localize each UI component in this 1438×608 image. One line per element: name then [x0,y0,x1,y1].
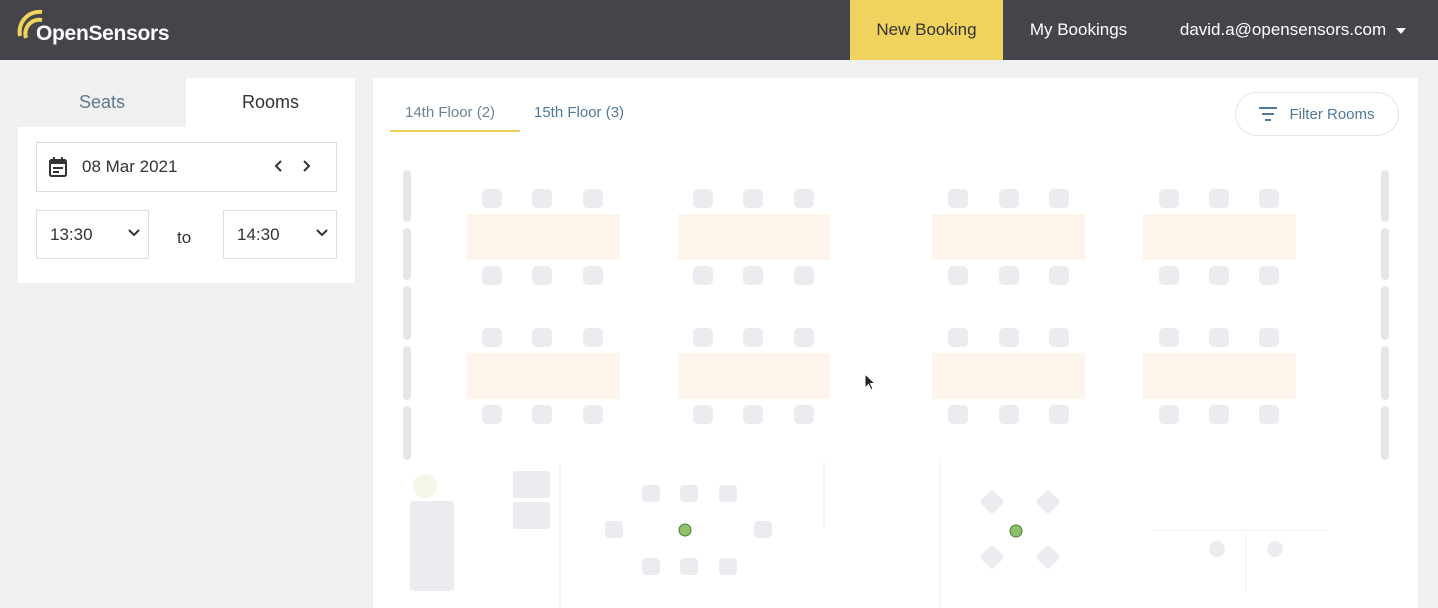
desk-chair [482,189,502,208]
active-tab-indicator [390,130,520,132]
desk-chair [693,405,713,424]
tab-seats[interactable]: Seats [18,78,186,127]
to-label: to [177,228,192,247]
desk-chair [948,189,968,208]
desk-chair [794,405,814,424]
desk-chair [794,189,814,208]
user-menu[interactable]: david.a@opensensors.com [1166,0,1420,60]
floor-plan-panel: 14th Floor (2) 15th Floor (3) Filter Roo… [373,78,1418,608]
desk-chair [532,189,552,208]
desk-chair [1159,266,1179,285]
desk-chair [948,405,968,424]
filter-rooms-button[interactable]: Filter Rooms [1235,92,1399,136]
desk-chair [1049,266,1069,285]
end-time-select[interactable]: 14:30 [223,210,337,259]
desk-chair [743,405,763,424]
date-picker[interactable]: 08 Mar 2021 [36,142,337,192]
desk-chair [693,189,713,208]
desk-chair [532,266,552,285]
my-bookings-link[interactable]: My Bookings [1003,0,1154,60]
desk-chair [693,328,713,347]
desk-chair [583,266,603,285]
desk-chair [1049,189,1069,208]
desk-chair [948,266,968,285]
room-available-marker [1009,524,1023,538]
caret-down-icon [1396,28,1407,34]
desk-chair [482,328,502,347]
top-navbar: OpenSensors New Booking My Bookings davi… [0,0,1438,60]
desk-chair [1209,405,1229,424]
desk-chair [1209,266,1229,285]
desk-chair [743,266,763,285]
chevron-left-icon[interactable] [269,156,289,176]
desk-chair [743,189,763,208]
desk-chair [532,328,552,347]
mouse-cursor-icon [864,373,877,391]
desk-chair [1159,328,1179,347]
desk-chair [693,266,713,285]
desk-chair [999,189,1019,208]
end-time-value: 14:30 [237,224,280,244]
desk-chair [1049,405,1069,424]
desk-chair [583,328,603,347]
desk-chair [999,405,1019,424]
desk-chair [482,405,502,424]
desk-chair [743,328,763,347]
desk-chair [999,266,1019,285]
desk-chair [1049,328,1069,347]
floor-plan [403,170,1389,608]
filter-rooms-label: Filter Rooms [1289,105,1375,123]
desk-chair [583,405,603,424]
chevron-down-icon [316,229,328,237]
chevron-down-icon [128,229,140,237]
selected-date: 08 Mar 2021 [82,157,178,176]
logo-text: OpenSensors [36,22,170,45]
start-time-select[interactable]: 13:30 [36,210,149,259]
filter-icon [1259,107,1278,121]
desk-chair [1159,405,1179,424]
chevron-right-icon[interactable] [296,156,316,176]
user-email: david.a@opensensors.com [1179,20,1387,39]
desk-chair [1259,328,1279,347]
desk-chair [948,328,968,347]
desk-chair [583,189,603,208]
start-time-value: 13:30 [50,224,93,244]
desk-chair [532,405,552,424]
desk-chair [1259,405,1279,424]
tab-14th-floor[interactable]: 14th Floor (2) [405,104,495,121]
room-available-marker [678,523,692,537]
desk-chair [1259,266,1279,285]
calendar-icon [49,157,67,177]
desk-chair [999,328,1019,347]
tab-15th-floor[interactable]: 15th Floor (3) [534,104,624,121]
new-booking-button[interactable]: New Booking [850,0,1003,60]
desk-chair [482,266,502,285]
desk-chair [1159,189,1179,208]
booking-type-tabs: Seats Rooms [18,78,355,127]
desk-chair [794,328,814,347]
desk-chair [1259,189,1279,208]
booking-filter-panel: 08 Mar 2021 13:30 to 14:30 [18,127,355,283]
tab-rooms[interactable]: Rooms [186,78,355,127]
desk-chair [1209,189,1229,208]
desk-chair [794,266,814,285]
desk-chair [1209,328,1229,347]
